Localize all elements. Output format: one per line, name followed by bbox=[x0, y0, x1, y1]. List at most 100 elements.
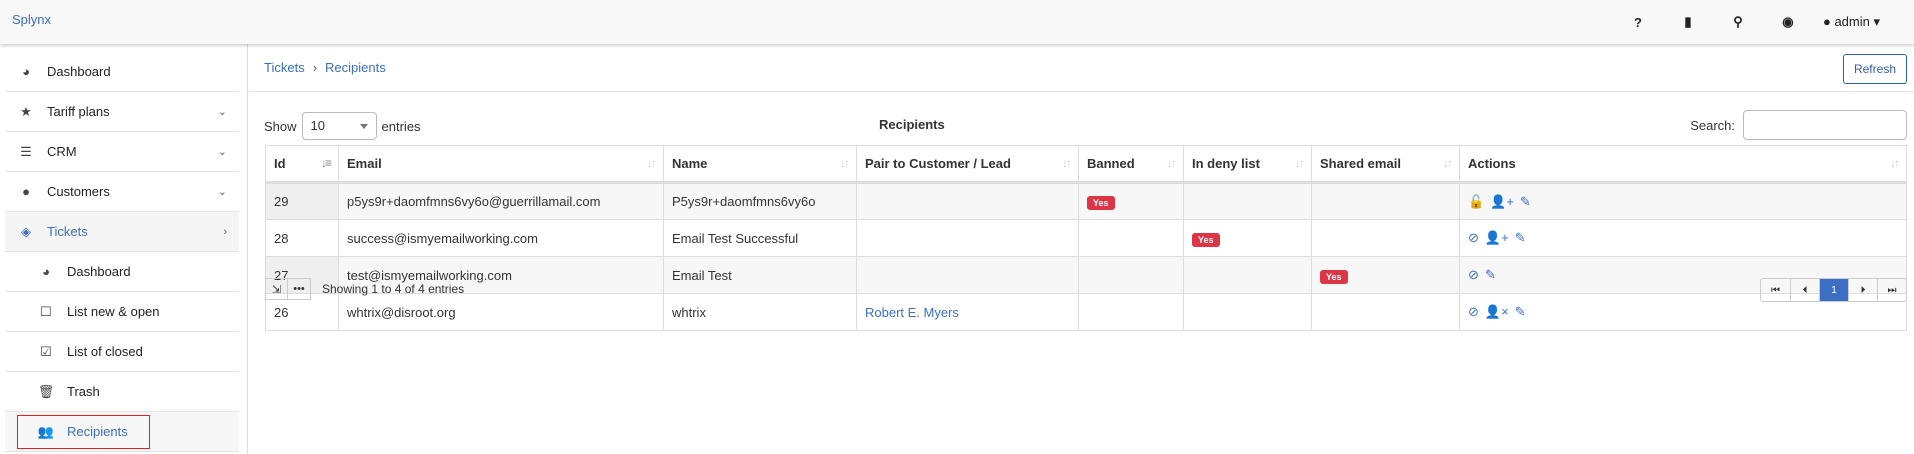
next-page-button[interactable]: ⏵ bbox=[1848, 279, 1877, 301]
cell-name: Email Test Successful bbox=[663, 219, 857, 257]
sidebar-item-list-closed[interactable]: ☑ List of closed bbox=[5, 332, 239, 372]
cell-email: p5ys9r+daomfmns6vy6o@guerrillamail.com bbox=[338, 182, 664, 220]
unlock-icon[interactable]: 🔓 bbox=[1468, 194, 1484, 209]
page-size-control: Show 10 entries bbox=[264, 112, 421, 140]
column-label: Pair to Customer / Lead bbox=[865, 156, 1011, 171]
ban-icon[interactable]: ⊘ bbox=[1468, 230, 1479, 245]
column-label: Email bbox=[347, 156, 382, 171]
book-icon[interactable]: ▮ bbox=[1663, 14, 1713, 30]
tachometer-icon: ◕ bbox=[42, 264, 50, 279]
chevron-down-icon: ⌄ bbox=[217, 146, 227, 158]
globe-icon[interactable]: ◉ bbox=[1763, 14, 1813, 30]
user-menu[interactable]: ● admin ▾ bbox=[1823, 14, 1880, 30]
refresh-button[interactable]: Refresh bbox=[1842, 54, 1907, 84]
shared-badge: Yes bbox=[1320, 269, 1348, 284]
prev-page-button[interactable]: ⏴ bbox=[1790, 279, 1819, 301]
search-icon[interactable]: ⚲ bbox=[1713, 14, 1763, 30]
sidebar-item-trash[interactable]: 🗑 Trash bbox=[5, 372, 239, 412]
sidebar-label: Tickets bbox=[47, 224, 88, 239]
cell-shared bbox=[1311, 219, 1460, 257]
ban-icon[interactable]: ⊘ bbox=[1468, 267, 1479, 282]
user-icon: ● bbox=[1822, 14, 1831, 29]
table-row: 27 test@ismyemailworking.com Email Test … bbox=[265, 256, 1907, 294]
user-plus-icon[interactable]: 👤+ bbox=[1485, 230, 1509, 245]
export-button[interactable]: ⇲ bbox=[265, 278, 288, 300]
cell-deny bbox=[1183, 293, 1312, 331]
sidebar-item-tariff-plans[interactable]: ★ Tariff plans ⌄ bbox=[5, 92, 239, 132]
first-page-button[interactable]: ⏮ bbox=[1761, 279, 1790, 301]
cell-shared bbox=[1311, 293, 1460, 331]
brand-logo[interactable]: Splynx bbox=[12, 12, 51, 27]
sidebar-item-customers[interactable]: ● Customers ⌄ bbox=[5, 172, 239, 212]
sidebar-label: Trash bbox=[67, 384, 100, 399]
cell-name: whtrix bbox=[663, 293, 857, 331]
sidebar-item-dashboard[interactable]: ◕ Dashboard bbox=[5, 52, 239, 92]
search-input[interactable] bbox=[1743, 110, 1907, 140]
search-control: Search: bbox=[1690, 110, 1907, 140]
column-label: Banned bbox=[1087, 156, 1135, 171]
sidebar: ◕ Dashboard ★ Tariff plans ⌄ ☰ CRM ⌄ ● Custome… bbox=[0, 44, 248, 454]
edit-icon[interactable]: ✎ bbox=[1485, 267, 1496, 282]
sort-icon: ↓↑ bbox=[840, 156, 850, 170]
column-label: Id bbox=[274, 156, 286, 171]
top-bar: Splynx ? ▮ ⚲ ◉ ● admin ▾ bbox=[0, 0, 1914, 44]
list-icon: ☰ bbox=[20, 143, 32, 159]
cell-name: P5ys9r+daomfmns6vy6o bbox=[663, 182, 857, 220]
cell-banned: Yes bbox=[1078, 182, 1184, 220]
pagination: ⏮ ⏴ 1 ⏵ ⏭ bbox=[1760, 278, 1907, 302]
sidebar-label: List of closed bbox=[67, 344, 143, 359]
table-row: 26 whtrix@disroot.org whtrix Robert E. M… bbox=[265, 293, 1907, 331]
customer-link[interactable]: Robert E. Myers bbox=[865, 305, 959, 320]
sidebar-item-crm[interactable]: ☰ CRM ⌄ bbox=[5, 132, 239, 172]
column-header-actions[interactable]: Actions ↓↑ bbox=[1459, 145, 1907, 184]
sort-desc-icon: ↓≡ bbox=[320, 156, 332, 170]
cell-pair bbox=[856, 219, 1079, 257]
banned-badge: Yes bbox=[1087, 196, 1115, 210]
cell-actions: ⊘ 👤+ ✎ bbox=[1459, 219, 1907, 257]
sidebar-item-recipients[interactable]: 👥 Recipients bbox=[5, 412, 239, 452]
table-row: 29 p5ys9r+daomfmns6vy6o@guerrillamail.co… bbox=[265, 182, 1907, 220]
edit-icon[interactable]: ✎ bbox=[1515, 304, 1526, 319]
column-header-id[interactable]: Id ↓≡ bbox=[265, 145, 339, 184]
last-page-button[interactable]: ⏭ bbox=[1877, 279, 1906, 301]
trash-icon: 🗑 bbox=[37, 383, 55, 399]
sidebar-label: CRM bbox=[47, 144, 77, 159]
user-times-icon[interactable]: 👤× bbox=[1485, 304, 1509, 319]
sort-icon: ↓↑ bbox=[1443, 156, 1453, 170]
column-label: Actions bbox=[1468, 156, 1516, 171]
edit-icon[interactable]: ✎ bbox=[1515, 230, 1526, 245]
breadcrumb-tickets[interactable]: Tickets bbox=[264, 60, 305, 75]
page-button[interactable]: 1 bbox=[1819, 279, 1848, 301]
sidebar-item-tickets-dashboard[interactable]: ◕ Dashboard bbox=[5, 252, 239, 292]
cell-pair: Robert E. Myers bbox=[856, 293, 1079, 331]
sidebar-item-tickets[interactable]: ◈ Tickets › bbox=[5, 212, 239, 252]
edit-icon[interactable]: ✎ bbox=[1520, 194, 1531, 209]
user-icon: ● bbox=[22, 184, 30, 199]
column-label: In deny list bbox=[1192, 156, 1260, 171]
column-header-pair[interactable]: Pair to Customer / Lead ↓↑ bbox=[856, 145, 1079, 184]
sidebar-item-list-new-open[interactable]: ☐ List new & open bbox=[5, 292, 239, 332]
cell-pair bbox=[856, 256, 1079, 294]
cell-banned bbox=[1078, 219, 1184, 257]
chevron-down-icon: ⌄ bbox=[217, 106, 227, 118]
cell-banned bbox=[1078, 256, 1184, 294]
user-name: admin bbox=[1834, 14, 1870, 29]
chevron-down-icon: ⌄ bbox=[217, 186, 227, 198]
export-icon: ⇲ bbox=[271, 283, 282, 296]
user-plus-icon[interactable]: 👤+ bbox=[1490, 194, 1514, 209]
column-header-deny[interactable]: In deny list ↓↑ bbox=[1183, 145, 1312, 184]
table-row: 28 success@ismyemailworking.com Email Te… bbox=[265, 219, 1907, 257]
ban-icon[interactable]: ⊘ bbox=[1468, 304, 1479, 319]
breadcrumb-recipients[interactable]: Recipients bbox=[325, 60, 386, 75]
help-icon[interactable]: ? bbox=[1613, 15, 1663, 30]
sort-icon: ↓↑ bbox=[1890, 156, 1900, 170]
more-button[interactable]: ••• bbox=[288, 278, 311, 300]
column-header-name[interactable]: Name ↓↑ bbox=[663, 145, 857, 184]
column-header-email[interactable]: Email ↓↑ bbox=[338, 145, 664, 184]
page-size-select[interactable]: 10 bbox=[301, 112, 377, 140]
cell-deny bbox=[1183, 256, 1312, 294]
search-label: Search: bbox=[1690, 117, 1735, 133]
sort-icon: ↓↑ bbox=[1295, 156, 1305, 170]
column-header-shared[interactable]: Shared email ↓↑ bbox=[1311, 145, 1460, 184]
column-header-banned[interactable]: Banned ↓↑ bbox=[1078, 145, 1184, 184]
